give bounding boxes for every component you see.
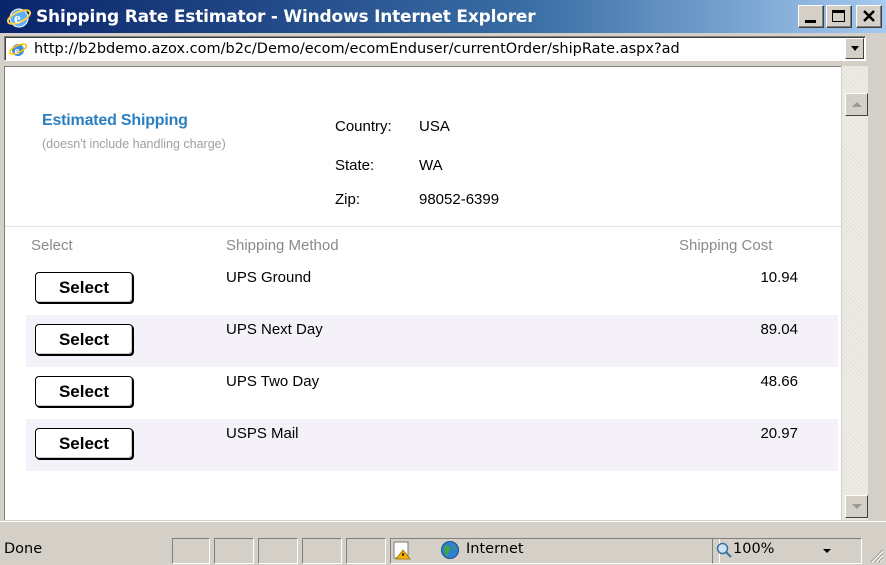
zoom-level[interactable]: 100% — [733, 541, 774, 557]
page-ie-icon: e — [8, 39, 28, 59]
scroll-down-button[interactable] — [845, 495, 868, 518]
ie-logo-icon: e — [6, 4, 32, 30]
header-shipping-method: Shipping Method — [226, 237, 339, 254]
status-pane — [172, 538, 210, 564]
table-row: Select USPS Mail 20.97 — [26, 419, 838, 471]
country-value: USA — [419, 118, 450, 135]
url-text[interactable]: http://b2bdemo.azox.com/b2c/Demo/ecom/ec… — [34, 41, 846, 57]
scroll-up-icon — [851, 102, 862, 107]
zip-value: 98052-6399 — [419, 191, 500, 208]
close-icon — [863, 10, 875, 22]
handling-note: (doesn't include handling charge) — [42, 137, 226, 151]
shipping-cost: 89.04 — [760, 321, 798, 338]
status-text: Done — [4, 541, 43, 557]
zip-label: Zip: — [335, 191, 361, 208]
svg-text:e: e — [14, 11, 21, 27]
close-button[interactable] — [856, 5, 882, 28]
window-title: Shipping Rate Estimator - Windows Intern… — [36, 6, 536, 27]
select-ups-next-day-button[interactable]: Select — [35, 324, 133, 355]
select-ups-two-day-button[interactable]: Select — [35, 376, 133, 407]
page-content: Estimated Shipping (doesn't include hand… — [4, 66, 841, 520]
shipping-method: UPS Ground — [226, 269, 312, 286]
country-label: Country: — [335, 118, 392, 135]
header-shipping-cost: Shipping Cost — [679, 237, 773, 254]
status-bar: Done Internet 100% — [0, 521, 886, 565]
header-select: Select — [31, 237, 73, 254]
status-pane — [346, 538, 386, 564]
scroll-up-button[interactable] — [845, 93, 868, 116]
dropdown-arrow-icon — [850, 46, 859, 51]
minimize-icon — [805, 20, 816, 23]
state-label: State: — [335, 157, 375, 174]
address-field[interactable]: e http://b2bdemo.azox.com/b2c/Demo/ecom/… — [4, 36, 866, 61]
section-divider — [5, 226, 841, 227]
estimated-shipping-heading: Estimated Shipping — [42, 112, 188, 129]
zone-text: Internet — [466, 541, 524, 557]
globe-icon — [440, 540, 460, 565]
table-row: Select UPS Ground 10.94 — [26, 263, 838, 315]
status-pane — [302, 538, 342, 564]
maximize-icon — [832, 10, 845, 22]
scroll-down-icon — [851, 504, 862, 509]
status-pane — [214, 538, 254, 564]
title-bar[interactable]: e Shipping Rate Estimator - Windows Inte… — [0, 0, 886, 33]
table-row: Select UPS Two Day 48.66 — [26, 367, 838, 419]
svg-text:e: e — [15, 45, 20, 57]
shipping-method: USPS Mail — [226, 425, 299, 442]
zoom-dropdown-icon[interactable] — [823, 549, 831, 553]
shipping-cost: 10.94 — [760, 269, 798, 286]
resize-grip-icon[interactable] — [868, 547, 884, 563]
shipping-method: UPS Next Day — [226, 321, 323, 338]
maximize-button[interactable] — [826, 5, 852, 28]
vertical-scrollbar[interactable] — [841, 66, 868, 520]
address-dropdown-button[interactable] — [845, 38, 864, 59]
status-pane — [258, 538, 298, 564]
select-ups-ground-button[interactable]: Select — [35, 272, 133, 303]
shipping-method: UPS Two Day — [226, 373, 320, 390]
shipping-cost: 20.97 — [760, 425, 798, 442]
table-row: Select UPS Next Day 89.04 — [26, 315, 838, 367]
state-value: WA — [419, 157, 443, 174]
minimize-button[interactable] — [798, 5, 824, 28]
shipping-cost: 48.66 — [760, 373, 798, 390]
zoom-icon[interactable] — [716, 542, 732, 563]
select-usps-mail-button[interactable]: Select — [35, 428, 133, 459]
address-bar: e http://b2bdemo.azox.com/b2c/Demo/ecom/… — [0, 33, 886, 64]
